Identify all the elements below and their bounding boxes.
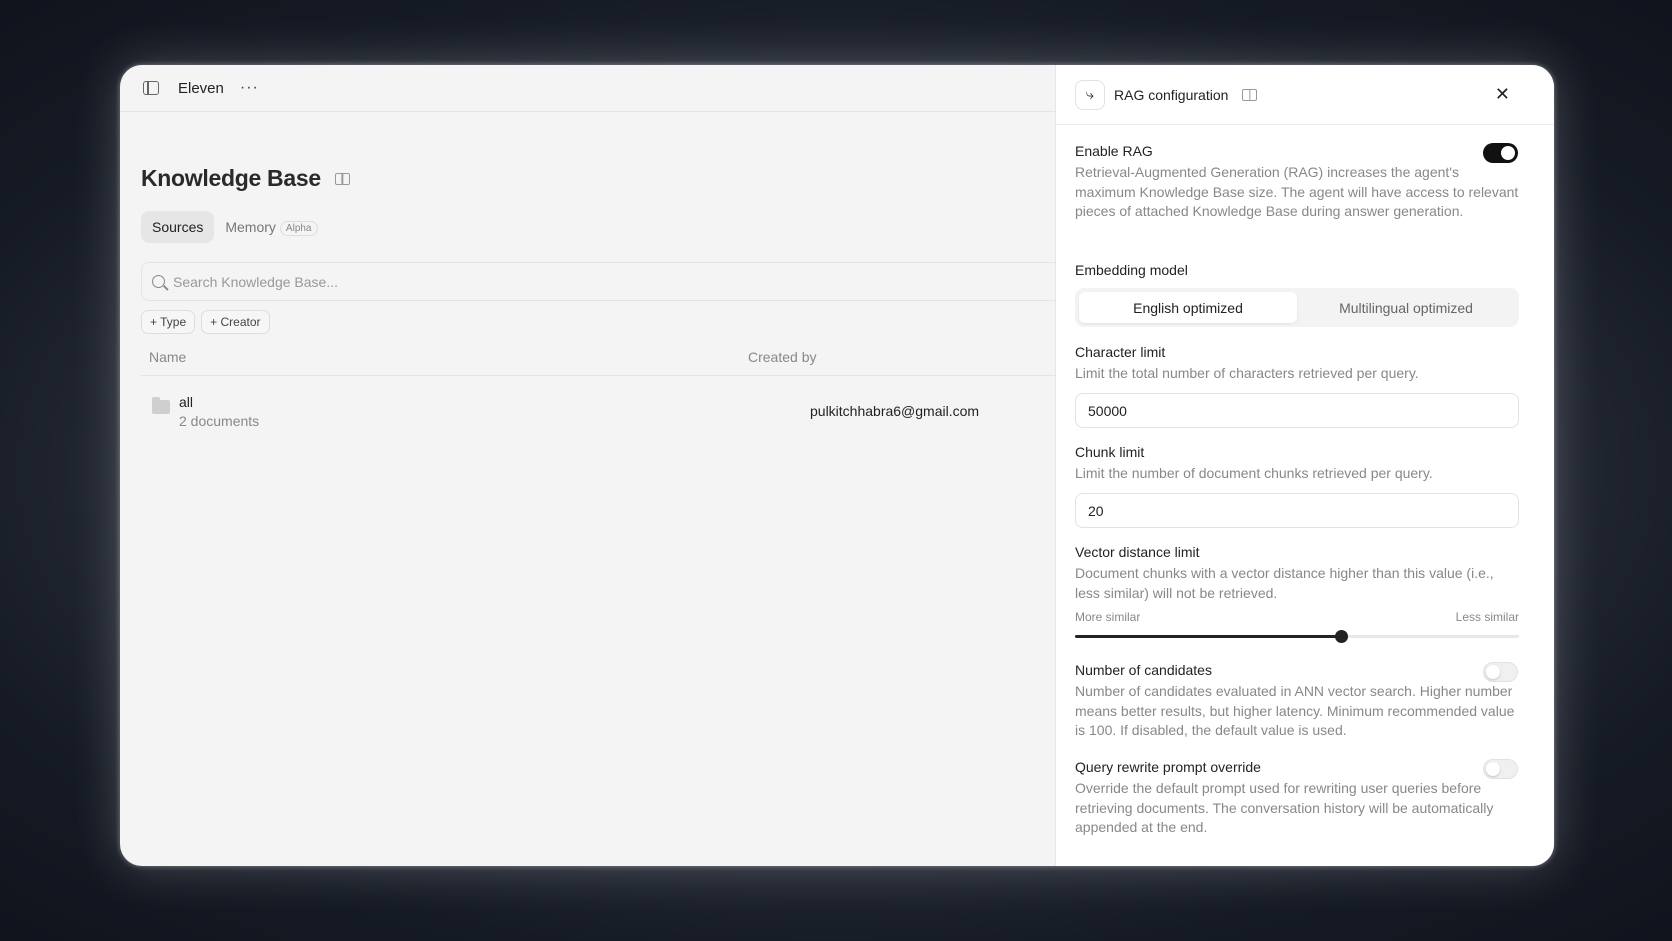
rag-icon: ⤷ — [1075, 79, 1105, 110]
vector-distance-slider[interactable] — [1075, 630, 1519, 643]
more-options-icon[interactable]: ··· — [240, 79, 259, 97]
chunk-limit-input[interactable] — [1075, 493, 1519, 528]
enable-rag-label: Enable RAG — [1075, 143, 1153, 159]
embedding-model-label: Embedding model — [1075, 262, 1188, 278]
column-header-name[interactable]: Name — [149, 349, 186, 365]
rag-config-panel: ⤷ RAG configuration ✕ Enable RAG Retriev… — [1055, 65, 1554, 866]
chunk-limit-label: Chunk limit — [1075, 444, 1145, 460]
row-creator: pulkitchhabra6@gmail.com — [810, 403, 980, 419]
candidates-desc: Number of candidates evaluated in ANN ve… — [1075, 683, 1515, 738]
query-rewrite-label: Query rewrite prompt override — [1075, 759, 1261, 775]
vector-distance-label: Vector distance limit — [1075, 544, 1200, 560]
slider-fill — [1075, 635, 1342, 638]
candidates-label: Number of candidates — [1075, 662, 1212, 678]
embedding-option-english[interactable]: English optimized — [1079, 292, 1297, 323]
search-bar — [141, 262, 1055, 301]
character-limit-desc: Limit the total number of characters ret… — [1075, 365, 1419, 381]
workspace-name[interactable]: Eleven — [178, 80, 224, 97]
sidebar-toggle-icon[interactable] — [143, 81, 159, 95]
panel-header: ⤷ RAG configuration ✕ — [1056, 65, 1554, 125]
slider-labels: More similar Less similar — [1075, 610, 1519, 624]
search-input[interactable] — [173, 273, 1033, 290]
book-icon[interactable] — [334, 172, 350, 185]
filter-chips: + Type + Creator — [141, 310, 270, 334]
row-doc-count: 2 documents — [179, 413, 260, 429]
chunk-limit-section: Chunk limit Limit the number of document… — [1075, 444, 1519, 484]
docs-book-icon[interactable] — [1242, 88, 1258, 101]
top-bar: Eleven ··· — [120, 65, 1055, 112]
enable-rag-desc: Retrieval-Augmented Generation (RAG) inc… — [1075, 164, 1519, 219]
filter-creator-button[interactable]: + Creator — [201, 310, 270, 334]
embedding-option-multilingual[interactable]: Multilingual optimized — [1297, 292, 1515, 323]
candidates-toggle[interactable] — [1483, 662, 1518, 682]
query-rewrite-section: Query rewrite prompt override Override t… — [1075, 759, 1519, 838]
column-header-created-by[interactable]: Created by — [748, 349, 816, 365]
app-window: Eleven ··· Knowledge Base Sources Memory… — [120, 65, 1554, 866]
alpha-badge: Alpha — [279, 220, 318, 236]
embedding-model-selector: English optimized Multilingual optimized — [1075, 288, 1519, 327]
embedding-model-section: Embedding model — [1075, 262, 1519, 278]
folder-icon — [152, 397, 170, 414]
panel-title: RAG configuration — [1114, 86, 1229, 103]
page-title: Knowledge Base — [141, 165, 321, 191]
kb-tabs: Sources Memory Alpha — [141, 211, 329, 243]
slider-left-label: More similar — [1075, 610, 1141, 624]
character-limit-section: Character limit Limit the total number o… — [1075, 344, 1519, 384]
slider-thumb[interactable] — [1335, 630, 1349, 643]
query-rewrite-desc: Override the default prompt used for rew… — [1075, 780, 1494, 835]
character-limit-label: Character limit — [1075, 344, 1166, 360]
slider-right-label: Less similar — [1455, 610, 1519, 624]
tab-sources[interactable]: Sources — [141, 211, 215, 243]
page-title-row: Knowledge Base — [141, 165, 350, 192]
character-limit-input[interactable] — [1075, 393, 1519, 428]
tab-memory[interactable]: Memory Alpha — [214, 211, 328, 243]
close-icon[interactable]: ✕ — [1495, 85, 1510, 103]
candidates-section: Number of candidates Number of candidate… — [1075, 662, 1519, 741]
chunk-limit-desc: Limit the number of document chunks retr… — [1075, 465, 1433, 481]
vector-distance-section: Vector distance limit Document chunks wi… — [1075, 544, 1519, 603]
tab-memory-label: Memory — [225, 219, 276, 235]
query-rewrite-toggle[interactable] — [1483, 759, 1518, 779]
vector-distance-desc: Document chunks with a vector distance h… — [1075, 565, 1494, 601]
row-name: all — [179, 394, 194, 410]
search-icon — [152, 275, 165, 288]
enable-rag-toggle[interactable] — [1483, 143, 1518, 163]
table-row[interactable]: all 2 documents pulkitchhabra6@gmail.com — [141, 390, 1055, 438]
header-divider — [141, 375, 1055, 376]
filter-type-button[interactable]: + Type — [141, 310, 196, 334]
enable-rag-section: Enable RAG Retrieval-Augmented Generatio… — [1075, 143, 1519, 222]
